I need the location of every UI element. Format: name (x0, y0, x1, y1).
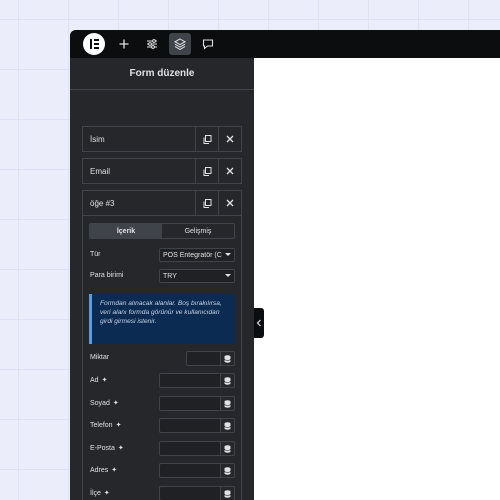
database-icon (224, 466, 231, 475)
tab-bar: İçerik Gelişmiş (89, 223, 235, 239)
duplicate-button[interactable] (195, 159, 218, 183)
database-icon (224, 421, 231, 430)
name-input[interactable] (159, 373, 220, 388)
dynamic-tags-button[interactable] (220, 486, 235, 500)
chevron-down-icon (225, 274, 231, 277)
dynamic-tags-button[interactable] (220, 396, 235, 411)
dynamic-tags-button[interactable] (220, 373, 235, 388)
structure-button[interactable] (169, 33, 191, 55)
tab-advanced[interactable]: Gelişmiş (162, 224, 234, 238)
copy-icon (203, 198, 211, 208)
editor-panel: Form düzenle İsim Email öğe #3 İçerik Ge… (70, 58, 254, 500)
database-icon (224, 399, 231, 408)
layers-icon (174, 38, 186, 50)
close-icon (226, 199, 234, 207)
panel-title: Form düzenle (70, 58, 254, 90)
sparkle-icon: ✦ (115, 422, 122, 429)
phone-input[interactable] (159, 418, 220, 433)
top-bar (70, 30, 500, 58)
surname-input[interactable] (159, 396, 220, 411)
type-select-value: POS Entegratör (C (163, 251, 222, 259)
add-element-button[interactable] (113, 33, 135, 55)
remove-button[interactable] (218, 159, 241, 183)
preview-canvas[interactable] (254, 58, 500, 500)
field-label: Ad ✦ (90, 376, 108, 385)
plus-icon (119, 39, 129, 49)
address-input[interactable] (159, 463, 220, 478)
field-row-name: Ad ✦ (89, 373, 235, 389)
database-icon (224, 354, 231, 363)
copy-icon (203, 166, 211, 176)
type-select[interactable]: POS Entegratör (C (159, 248, 235, 262)
dynamic-tags-button[interactable] (220, 351, 235, 366)
field-label: Soyad ✦ (90, 399, 119, 408)
database-icon (224, 489, 231, 498)
duplicate-button[interactable] (195, 127, 218, 151)
collapse-panel-button[interactable] (254, 308, 264, 338)
sparkle-icon: ✦ (112, 400, 119, 407)
sparkle-icon: ✦ (117, 445, 124, 452)
comments-button[interactable] (197, 33, 219, 55)
repeater-item[interactable]: Email (82, 158, 242, 184)
field-row-phone: Telefon ✦ (89, 418, 235, 434)
type-label: Tür (90, 251, 101, 258)
sparkle-icon: ✦ (111, 467, 118, 474)
field-row-district: İlçe ✦ (89, 486, 235, 500)
field-row-address: Adres ✦ (89, 463, 235, 479)
chevron-left-icon (256, 319, 261, 327)
amount-input[interactable] (186, 351, 220, 366)
district-input[interactable] (159, 486, 220, 500)
info-notice: Formdan alınacak alanlar. Boş bırakılırs… (89, 294, 235, 344)
sliders-icon (147, 39, 157, 49)
sparkle-icon: ✦ (101, 377, 108, 384)
field-label: E-Posta ✦ (90, 444, 124, 453)
dynamic-tags-button[interactable] (220, 463, 235, 478)
remove-button[interactable] (218, 191, 241, 215)
duplicate-button[interactable] (195, 191, 218, 215)
remove-button[interactable] (218, 127, 241, 151)
currency-select[interactable]: TRY (159, 269, 235, 283)
repeater-item-label: öğe #3 (90, 198, 115, 208)
repeater-item-label: Email (90, 166, 111, 176)
chevron-down-icon (225, 253, 231, 256)
currency-label: Para birimi (90, 272, 124, 279)
site-settings-button[interactable] (141, 33, 163, 55)
field-label: Miktar (90, 354, 110, 361)
email-input[interactable] (159, 441, 220, 456)
elementor-logo-icon[interactable] (83, 33, 105, 55)
field-row-email: E-Posta ✦ (89, 441, 235, 457)
dynamic-tags-button[interactable] (220, 441, 235, 456)
repeater-item-label: İsim (90, 134, 105, 144)
field-label: Adres ✦ (90, 466, 118, 475)
database-icon (224, 444, 231, 453)
database-icon (224, 376, 231, 385)
repeater-item[interactable]: İsim (82, 126, 242, 152)
field-label: İlçe ✦ (90, 489, 110, 498)
comment-icon (202, 39, 214, 50)
field-row-surname: Soyad ✦ (89, 396, 235, 412)
field-label: Telefon ✦ (90, 421, 122, 430)
tab-content[interactable]: İçerik (90, 224, 162, 238)
repeater-item-body: İçerik Gelişmiş Tür POS Entegratör (C Pa… (82, 216, 242, 500)
dynamic-tags-button[interactable] (220, 418, 235, 433)
repeater-item[interactable]: öğe #3 (82, 190, 242, 216)
editor-window: Form düzenle İsim Email öğe #3 İçerik Ge… (70, 30, 500, 500)
close-icon (226, 167, 234, 175)
copy-icon (203, 134, 211, 144)
sparkle-icon: ✦ (103, 490, 110, 497)
field-row-amount: Miktar (89, 351, 235, 367)
close-icon (226, 135, 234, 143)
currency-select-value: TRY (163, 272, 177, 280)
